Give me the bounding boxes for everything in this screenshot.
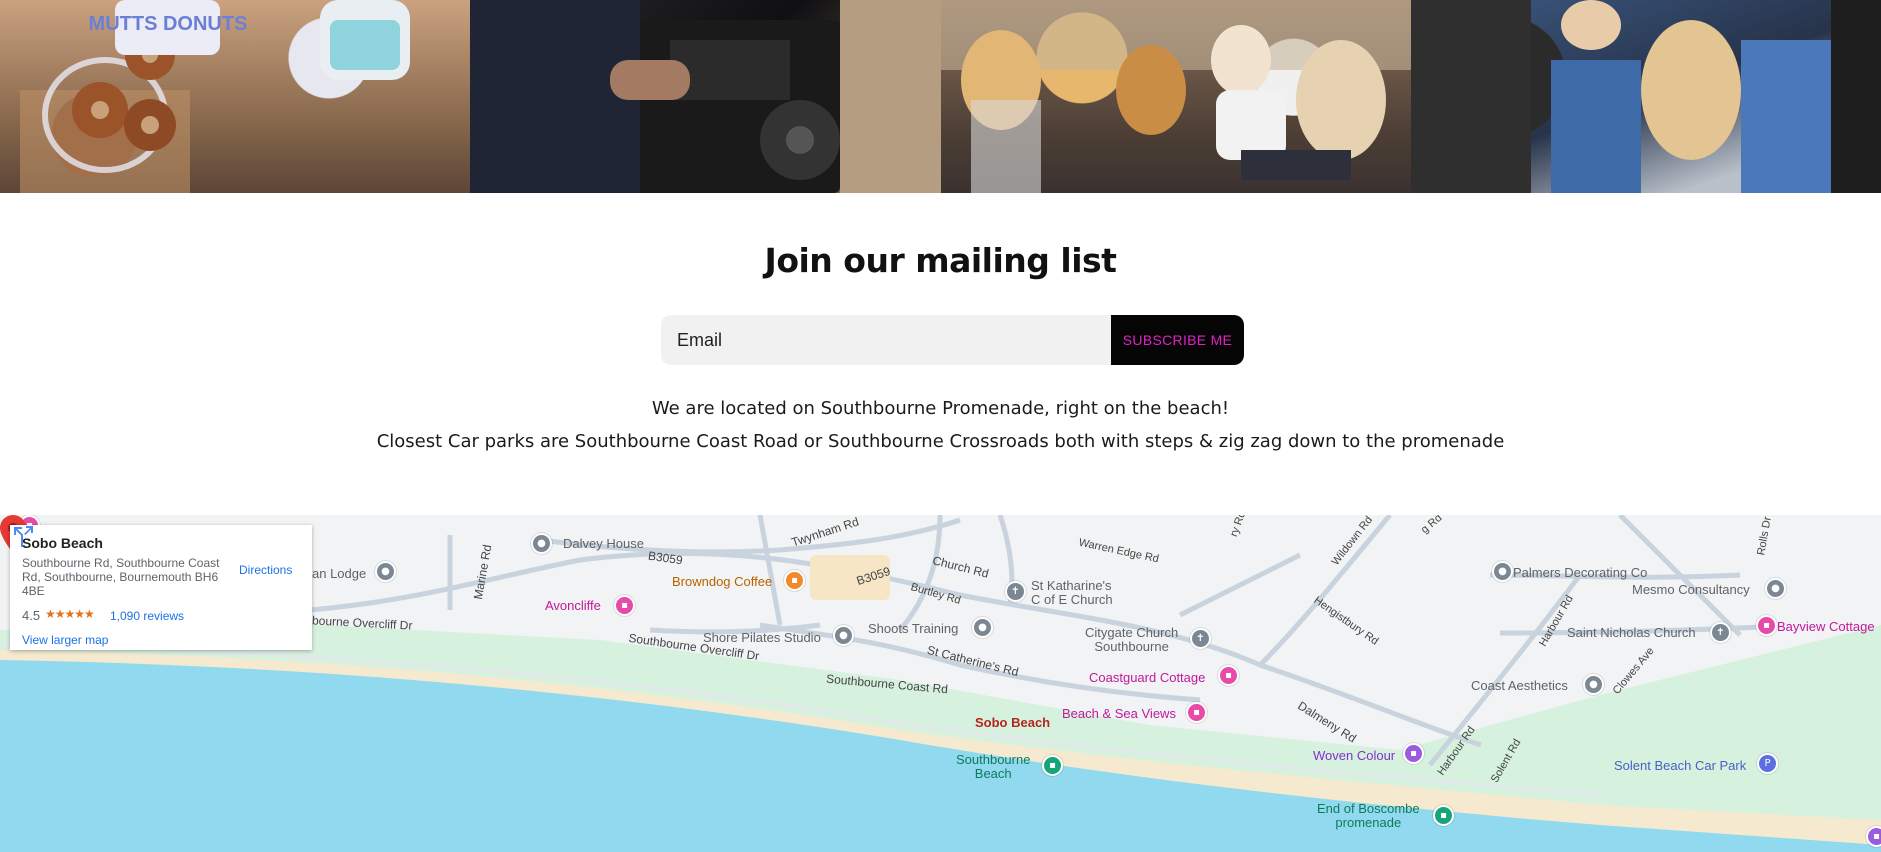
photo-dj [470,0,941,193]
mutts-donuts-text: MUTTS DONUTS [89,13,248,35]
map-label-browndog: Browndog Coffee [672,574,773,589]
map-label-coast-aesthetics: Coast Aesthetics [1471,678,1568,693]
view-larger-map-link[interactable]: View larger map [22,633,108,647]
photo-dogs [940,0,1411,193]
map-label-woven-colour: Woven Colour [1313,748,1396,763]
lodge-pin[interactable]: ● [375,561,396,582]
map-label-citygate: Citygate Church Southbourne [1085,625,1179,654]
directions-icon[interactable] [10,525,34,549]
mailing-list-section: Join our mailing list SUBSCRIBE ME We ar… [0,193,1881,515]
beach-sea-views-pin[interactable]: ▪ [1186,702,1207,723]
place-rating: 4.5 [22,608,41,623]
directions-link[interactable]: Directions [239,563,292,577]
citygate-pin[interactable]: ✝ [1190,628,1211,649]
palmers-pin[interactable]: ● [1492,561,1513,582]
dogs-illustration [940,0,1411,193]
email-input[interactable] [661,315,1111,365]
place-name: Sobo Beach [22,535,103,551]
map-label-shore-pilates: Shore Pilates Studio [703,630,821,645]
rating-stars-icon: ★★★★★ [45,607,95,621]
map-label-avoncliffe: Avoncliffe [545,598,601,613]
bayview-pin[interactable]: ▪ [1756,615,1777,636]
map-label-st-katharines: St Katharine's C of E Church [1031,578,1113,607]
map-label-shoots-training: Shoots Training [868,621,959,636]
southbourne-beach-pin[interactable]: ▪ [1042,755,1063,776]
map-label-st-nicholas: Saint Nicholas Church [1567,625,1696,640]
st-nicholas-pin[interactable]: ✝ [1710,622,1731,643]
subscribe-form: SUBSCRIBE ME [661,315,1244,365]
map-label-coastguard: Coastguard Cottage [1089,670,1206,685]
map-label-sobo-beach: Sobo Beach [975,715,1051,730]
map-label-bayview: Bayview Cottage [1777,619,1875,634]
dj-illustration [470,0,941,193]
location-text-line1: We are located on Southbourne Promenade,… [651,398,1230,419]
bottom-right-pin[interactable]: ▪ [1866,826,1881,847]
location-text-line2: Closest Car parks are Southbourne Coast … [376,431,1505,452]
map-info-card: Sobo Beach Southbourne Rd, Southbourne C… [10,525,312,650]
google-map[interactable]: ● ● ▪ ▪ ● ● ✝ ✝ ▪ ▪ ▪ ● ● ✝ ▪ ● ▪ P ▪ ▪ … [0,515,1881,852]
avoncliffe-pin[interactable]: ▪ [614,595,635,616]
place-address: Southbourne Rd, Southbourne Coast Rd, So… [22,556,220,598]
shoots-training-pin[interactable]: ● [972,617,993,638]
coast-aesthetics-pin[interactable]: ● [1583,674,1604,695]
map-label-solent-car-park: Solent Beach Car Park [1614,758,1747,773]
crowd-illustration [1410,0,1881,193]
coastguard-cottage-pin[interactable]: ▪ [1218,665,1239,686]
map-label-dalvey-house: Dalvey House [563,536,644,551]
mutts-donuts-illustration: MUTTS DONUTS [20,0,410,193]
reviews-link[interactable]: 1,090 reviews [110,609,184,623]
browndog-coffee-pin[interactable]: ▪ [784,570,805,591]
photo-mutts-donuts: MUTTS DONUTS [0,0,471,193]
car-park-pin[interactable]: P [1757,753,1778,774]
map-label-lodge: an Lodge [312,566,367,581]
subscribe-button[interactable]: SUBSCRIBE ME [1111,315,1244,365]
map-label-palmers: Palmers Decorating Co [1513,565,1648,580]
map-label-beach-sea-views: Beach & Sea Views [1062,706,1176,721]
map-label-southbourne-beach: Southbourne Beach [956,752,1031,781]
map-label-mesmo: Mesmo Consultancy [1632,582,1750,597]
shore-pilates-pin[interactable]: ● [833,625,854,646]
photo-crowd [1410,0,1881,193]
st-katharines-pin[interactable]: ✝ [1005,581,1026,602]
mailing-list-title: Join our mailing list [764,241,1117,280]
mesmo-pin[interactable]: ● [1765,578,1786,599]
dalvey-house-pin[interactable]: ● [531,533,552,554]
end-boscombe-pin[interactable]: ▪ [1433,805,1454,826]
woven-colour-pin[interactable]: ▪ [1403,743,1424,764]
map-label-end-boscombe: End of Boscombe promenade [1317,801,1420,830]
photo-strip: MUTTS DONUTS [0,0,1881,193]
